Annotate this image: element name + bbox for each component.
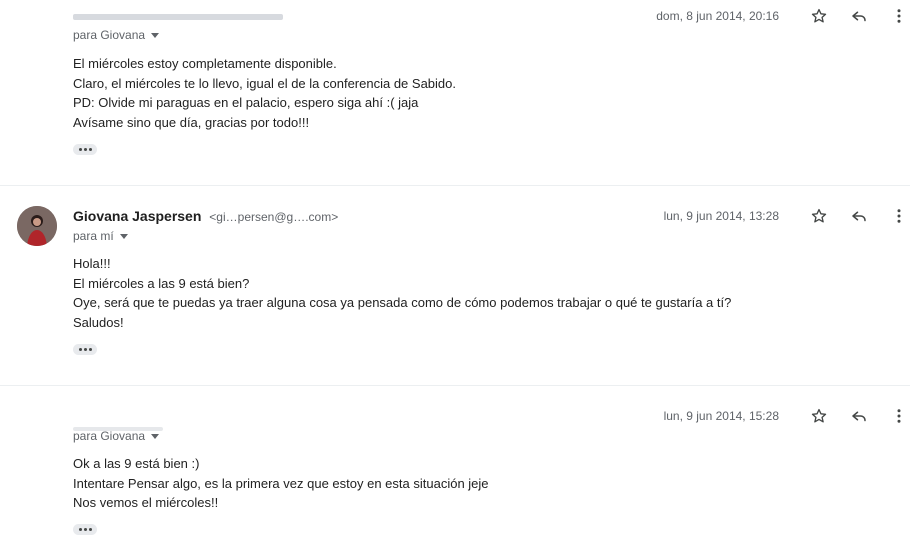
dot [78, 348, 82, 351]
message-body: El miércoles estoy completamente disponi… [73, 54, 456, 132]
star-icon[interactable] [807, 404, 831, 428]
reply-icon[interactable] [847, 404, 871, 428]
body-line: Saludos! [73, 314, 124, 330]
more-vert-icon[interactable] [887, 4, 911, 28]
message-body: Ok a las 9 está bien :) Intentare Pensar… [73, 454, 489, 513]
recipient-toggle[interactable]: para Giovana [73, 429, 160, 443]
chevron-down-icon [119, 233, 128, 239]
message-date: dom, 8 jun 2014, 20:16 [656, 9, 779, 23]
dot [88, 528, 92, 531]
show-trimmed-content-button[interactable] [73, 344, 97, 355]
avatar[interactable] [17, 206, 57, 246]
recipient-label: para Giovana [73, 28, 146, 42]
show-trimmed-content-button[interactable] [73, 524, 97, 535]
message-date: lun, 9 jun 2014, 15:28 [663, 409, 779, 423]
more-vert-icon[interactable] [887, 204, 911, 228]
show-trimmed-content-button[interactable] [73, 144, 97, 155]
redacted-sender [73, 14, 283, 21]
body-line: Intentare Pensar algo, es la primera vez… [73, 475, 489, 491]
dot [78, 528, 82, 531]
body-line: Ok a las 9 está bien :) [73, 456, 200, 471]
recipient-toggle[interactable]: para mí [73, 229, 128, 243]
message-3: para Giovana lun, 9 jun 2014, 15:28 Ok a… [0, 386, 910, 540]
more-vert-icon[interactable] [887, 404, 911, 428]
body-line: PD: Olvide mi paraguas en el palacio, es… [73, 95, 419, 110]
recipient-label: para Giovana [73, 429, 146, 443]
body-line: Hola!!! [73, 256, 111, 271]
sender-line [73, 8, 283, 24]
message-date: lun, 9 jun 2014, 13:28 [663, 209, 779, 223]
body-line: Oye, será que te puedas ya traer alguna … [73, 295, 732, 310]
dot [83, 148, 87, 151]
body-line: El miércoles a las 9 está bien? [73, 275, 250, 291]
dot [88, 148, 92, 151]
message-2: Giovana Jaspersen <gi…persen@g….com> par… [0, 186, 910, 385]
body-line: Claro, el miércoles te lo llevo, igual e… [73, 75, 456, 91]
body-line: Avísame sino que día, gracias por todo!!… [73, 114, 310, 130]
star-icon[interactable] [807, 4, 831, 28]
reply-icon[interactable] [847, 204, 871, 228]
message-1: para Giovana dom, 8 jun 2014, 20:16 El m… [0, 0, 910, 185]
sender-email: <gi…persen@g….com> [209, 210, 339, 224]
reply-icon[interactable] [847, 4, 871, 28]
dot [83, 528, 87, 531]
dot [78, 148, 82, 151]
chevron-down-icon [151, 32, 160, 38]
star-icon[interactable] [807, 204, 831, 228]
message-body: Hola!!! El miércoles a las 9 está bien? … [73, 254, 731, 332]
body-line: El miércoles estoy completamente disponi… [73, 56, 337, 71]
dot [83, 348, 87, 351]
dot [88, 348, 92, 351]
sender-name[interactable]: Giovana Jaspersen [73, 208, 201, 224]
chevron-down-icon [151, 433, 160, 439]
recipient-toggle[interactable]: para Giovana [73, 28, 160, 42]
recipient-label: para mí [73, 229, 114, 243]
body-line: Nos vemos el miércoles!! [73, 495, 219, 510]
sender-line: Giovana Jaspersen <gi…persen@g….com> [73, 208, 338, 224]
